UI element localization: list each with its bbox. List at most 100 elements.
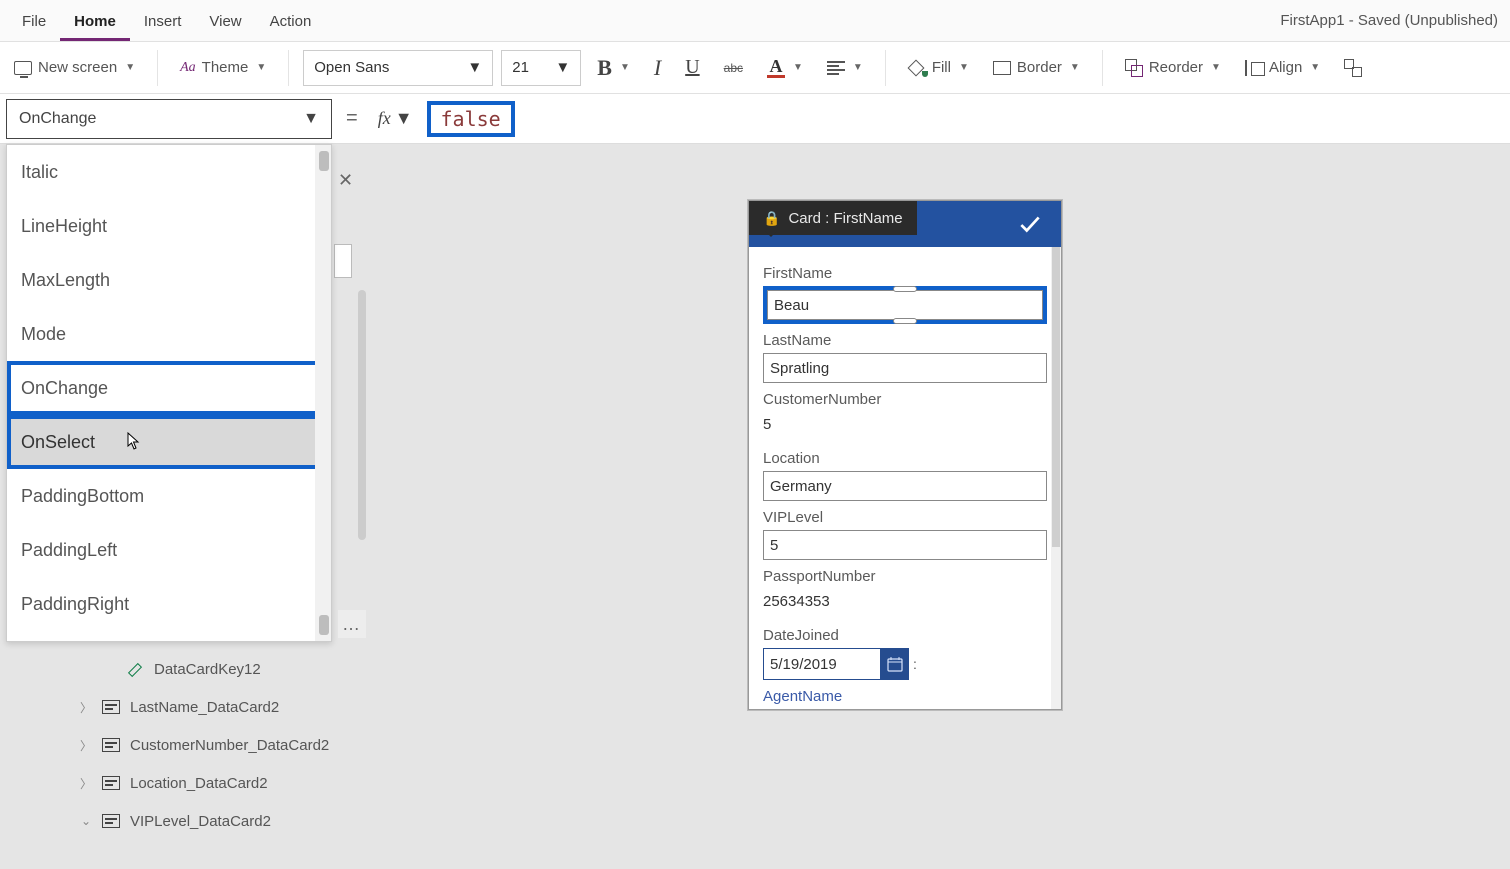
property-dropdown[interactable]: Italic LineHeight MaxLength Mode OnChang… (6, 144, 332, 642)
dropdown-item-lineheight[interactable]: LineHeight (7, 199, 331, 253)
menu-file[interactable]: File (8, 3, 60, 41)
separator (157, 50, 158, 86)
equals-sign: = (340, 107, 364, 130)
chevron-down-icon: ▼ (256, 62, 266, 73)
dropdown-item-maxlength[interactable]: MaxLength (7, 253, 331, 307)
align-button[interactable]: Align ▼ (1237, 53, 1328, 82)
border-button[interactable]: Border ▼ (985, 53, 1088, 82)
align-icon (827, 61, 845, 75)
text-align-button[interactable]: ▼ (819, 55, 871, 81)
tree-label: CustomerNumber_DataCard2 (130, 737, 329, 754)
tree-item-location[interactable]: 〉 Location_DataCard2 (80, 764, 380, 802)
viplevel-label: VIPLevel (763, 509, 1047, 526)
bold-button[interactable]: B▼ (589, 49, 638, 87)
underline-icon: U (685, 56, 699, 79)
dropdown-item-paddingbottom[interactable]: PaddingBottom (7, 469, 331, 523)
chevron-down-icon: ▼ (303, 110, 319, 128)
tree-item-viplevel[interactable]: ⌄ VIPLevel_DataCard2 (80, 802, 380, 840)
pencil-icon (128, 661, 144, 677)
resize-handle-top[interactable] (893, 286, 917, 292)
datejoined-input[interactable] (763, 648, 881, 680)
chevron-down-icon: ▼ (467, 59, 482, 76)
viplevel-input[interactable] (763, 530, 1047, 560)
dropdown-item-mode[interactable]: Mode (7, 307, 331, 361)
submit-check-button[interactable] (999, 201, 1061, 247)
more-options-button[interactable]: … (338, 610, 366, 638)
chevron-down-icon: ▼ (1070, 62, 1080, 73)
screen-icon (14, 61, 32, 75)
location-input[interactable] (763, 471, 1047, 501)
card-icon (102, 700, 120, 714)
chevron-down-icon: ▼ (959, 62, 969, 73)
font-color-button[interactable]: A ▼ (759, 51, 811, 84)
chevron-down-icon: ⌄ (80, 814, 92, 828)
chip-label: Card : FirstName (788, 210, 902, 227)
formula-bar: OnChange ▼ = fx ▼ false (0, 94, 1510, 144)
strikethrough-button[interactable]: abc (716, 55, 751, 81)
chevron-down-icon: ▼ (395, 108, 413, 129)
datepicker-button[interactable] (881, 648, 909, 680)
menu-view[interactable]: View (195, 3, 255, 41)
firstname-label: FirstName (763, 265, 1047, 282)
tree-item-lastname[interactable]: 〉 LastName_DataCard2 (80, 688, 380, 726)
firstname-input-selected[interactable] (763, 286, 1047, 324)
tree-item-datacardkey[interactable]: DataCardKey12 (128, 650, 380, 688)
lastname-input[interactable] (763, 353, 1047, 383)
menu-insert[interactable]: Insert (130, 3, 196, 41)
tree-item-customernumber[interactable]: 〉 CustomerNumber_DataCard2 (80, 726, 380, 764)
fill-button[interactable]: Fill ▼ (900, 53, 977, 82)
menu-home[interactable]: Home (60, 3, 130, 41)
form-scrollbar[interactable] (1051, 247, 1061, 709)
font-color-icon: A (767, 57, 785, 78)
check-icon (1017, 211, 1043, 237)
lock-icon: 🔒 (763, 210, 780, 227)
form-body: FirstName LastName CustomerNumber 5 Loca… (749, 247, 1061, 709)
dropdown-item-paddingright[interactable]: PaddingRight (7, 577, 331, 631)
underline-button[interactable]: U (677, 50, 707, 85)
group-button[interactable] (1336, 53, 1370, 83)
app-title: FirstApp1 - Saved (Unpublished) (1280, 12, 1502, 29)
chevron-down-icon: ▼ (1211, 62, 1221, 73)
location-label: Location (763, 450, 1047, 467)
dropdown-item-onchange[interactable]: OnChange (7, 361, 331, 415)
tree-label: VIPLevel_DataCard2 (130, 813, 271, 830)
italic-button[interactable]: I (646, 49, 669, 87)
reorder-icon (1125, 59, 1143, 77)
fill-label: Fill (932, 59, 951, 76)
calendar-icon (887, 656, 903, 672)
dropdown-scrollbar[interactable] (315, 145, 331, 641)
fx-button[interactable]: fx ▼ (372, 108, 419, 129)
tree-label: DataCardKey12 (154, 661, 261, 678)
chevron-right-icon: 〉 (80, 775, 92, 792)
tree-view: DataCardKey12 〉 LastName_DataCard2 〉 Cus… (80, 650, 380, 840)
close-icon[interactable]: ✕ (338, 170, 353, 191)
form-header: 🔒 Card : FirstName (749, 201, 1061, 247)
theme-icon: Aa (180, 60, 196, 76)
theme-button[interactable]: Aa Theme ▼ (172, 53, 274, 82)
selection-chip[interactable]: 🔒 Card : FirstName (749, 201, 917, 235)
fx-icon: fx (378, 108, 391, 129)
formula-input[interactable]: false (427, 101, 515, 137)
strikethrough-icon: abc (724, 61, 743, 75)
dropdown-item-italic[interactable]: Italic (7, 145, 331, 199)
font-family-value: Open Sans (314, 59, 389, 76)
form-card: 🔒 Card : FirstName FirstName LastName Cu… (748, 200, 1062, 710)
agentname-label: AgentName (763, 688, 1047, 705)
resize-handle-bottom[interactable] (893, 318, 917, 324)
dropdown-item-onselect[interactable]: OnSelect (7, 415, 331, 469)
property-selector[interactable]: OnChange ▼ (6, 99, 332, 139)
font-family-select[interactable]: Open Sans ▼ (303, 50, 493, 86)
chevron-down-icon: ▼ (853, 62, 863, 73)
dropdown-item-paddingleft[interactable]: PaddingLeft (7, 523, 331, 577)
chevron-right-icon: 〉 (80, 699, 92, 716)
new-screen-button[interactable]: New screen ▼ (6, 53, 143, 82)
reorder-button[interactable]: Reorder ▼ (1117, 53, 1229, 83)
firstname-input[interactable] (767, 290, 1043, 320)
panel-scrollbar[interactable] (358, 290, 366, 540)
menu-action[interactable]: Action (256, 3, 326, 41)
border-icon (993, 61, 1011, 75)
tree-label: Location_DataCard2 (130, 775, 268, 792)
font-size-select[interactable]: 21 ▼ (501, 50, 581, 86)
card-icon (102, 776, 120, 790)
fill-icon (908, 60, 926, 76)
